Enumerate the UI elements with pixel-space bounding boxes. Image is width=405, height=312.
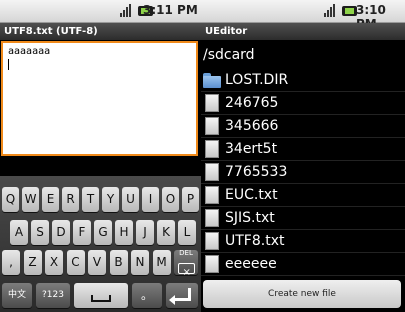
delete-key[interactable]: DEL: [174, 249, 198, 285]
file-name: EUC.txt: [225, 187, 278, 203]
file-name: UTF8.txt: [225, 233, 285, 249]
file-list-item[interactable]: 7765533: [201, 161, 405, 184]
file-icon: [205, 94, 219, 112]
key-i[interactable]: I: [142, 187, 159, 212]
file-icon: [205, 117, 219, 135]
key-l[interactable]: L: [178, 220, 196, 245]
space-key[interactable]: [74, 283, 128, 308]
key-d[interactable]: D: [52, 220, 70, 245]
folder-icon: [203, 72, 221, 88]
file-name: eeeeee: [225, 256, 277, 272]
key-b[interactable]: B: [109, 250, 128, 275]
file-icon: [205, 163, 219, 181]
key-f[interactable]: F: [73, 220, 91, 245]
text-caret: [8, 59, 9, 70]
signal-icon: [120, 4, 135, 17]
symbols-key[interactable]: ?123: [36, 283, 70, 308]
file-name: 7765533: [225, 164, 288, 180]
key-o[interactable]: O: [162, 187, 179, 212]
file-icon: [205, 140, 219, 158]
file-list-item[interactable]: 246765: [201, 92, 405, 115]
keyboard-row-1: QWERTYUIOP: [0, 187, 201, 212]
editor-spacer: [0, 156, 201, 176]
file-name: SJIS.txt: [225, 210, 275, 226]
status-time: 3:11 PM: [143, 3, 198, 17]
key-s[interactable]: S: [31, 220, 49, 245]
soft-keyboard: QWERTYUIOP ASDFGHJKL DEL ,ZXCVBNM 中文 ?12…: [0, 176, 201, 312]
key-y[interactable]: Y: [102, 187, 119, 212]
key-k[interactable]: K: [157, 220, 175, 245]
file-list-item[interactable]: SJIS.txt: [201, 207, 405, 230]
file-list-item[interactable]: UTF8.txt: [201, 230, 405, 253]
file-list: LOST.DIR 246765 345666 34ert5t 7765533 EUC.tx…: [201, 69, 405, 279]
signal-icon: [324, 4, 339, 17]
space-icon: [91, 295, 111, 302]
create-new-file-button[interactable]: Create new file: [203, 280, 401, 308]
keyboard-row-3: DEL ,ZXCVBNM: [0, 249, 201, 285]
key-h[interactable]: H: [115, 220, 133, 245]
text-editor[interactable]: aaaaaaa: [1, 41, 198, 156]
file-name: 34ert5t: [225, 141, 278, 157]
backspace-icon: [177, 260, 195, 285]
app-title: UEditor: [201, 23, 405, 40]
key-e[interactable]: E: [42, 187, 59, 212]
file-name: 345666: [225, 118, 279, 134]
key-w[interactable]: W: [22, 187, 39, 212]
file-list-item[interactable]: eeeeee: [201, 253, 405, 276]
key-a[interactable]: A: [10, 220, 28, 245]
file-icon: [205, 255, 219, 273]
keyboard-row-4: 中文 ?123 。: [0, 283, 201, 308]
key-r[interactable]: R: [62, 187, 79, 212]
file-list-item[interactable]: 345666: [201, 115, 405, 138]
file-list-item[interactable]: 34ert5t: [201, 138, 405, 161]
file-name: 246765: [225, 95, 279, 111]
language-key[interactable]: 中文: [2, 283, 32, 308]
current-path: /sdcard: [203, 47, 255, 63]
key-c[interactable]: C: [66, 250, 85, 275]
file-name: LOST.DIR: [225, 72, 289, 88]
key-j[interactable]: J: [136, 220, 154, 245]
key-n[interactable]: N: [131, 250, 149, 275]
key-g[interactable]: G: [94, 220, 112, 245]
key-comma[interactable]: ,: [2, 250, 20, 275]
status-bar: 3:11 PM: [0, 0, 201, 23]
period-key[interactable]: 。: [132, 283, 162, 308]
file-icon: [205, 209, 219, 227]
key-m[interactable]: M: [152, 250, 171, 275]
editor-screen: 3:11 PM UTF8.txt (UTF-8) aaaaaaa QWERTYU…: [0, 0, 201, 312]
key-t[interactable]: T: [82, 187, 99, 212]
key-p[interactable]: P: [182, 187, 199, 212]
editor-text: aaaaaaa: [8, 46, 51, 57]
key-q[interactable]: Q: [2, 187, 19, 212]
file-list-item[interactable]: LOST.DIR: [201, 69, 405, 92]
keyboard-row-2: ASDFGHJKL: [0, 220, 201, 245]
window-title: UTF8.txt (UTF-8): [0, 23, 201, 40]
enter-icon: [168, 288, 191, 305]
key-u[interactable]: U: [122, 187, 139, 212]
status-bar: 3:10 PM: [201, 0, 405, 31]
file-list-item[interactable]: EUC.txt: [201, 184, 405, 207]
battery-icon: [342, 5, 357, 16]
file-icon: [205, 186, 219, 204]
file-browser-screen: 3:10 PM UEditor /sdcard LOST.DIR 246765 34…: [201, 0, 405, 312]
key-z[interactable]: Z: [23, 250, 42, 275]
key-x[interactable]: X: [45, 250, 63, 275]
enter-key[interactable]: [166, 283, 198, 308]
key-v[interactable]: V: [88, 250, 106, 275]
file-icon: [205, 232, 219, 250]
